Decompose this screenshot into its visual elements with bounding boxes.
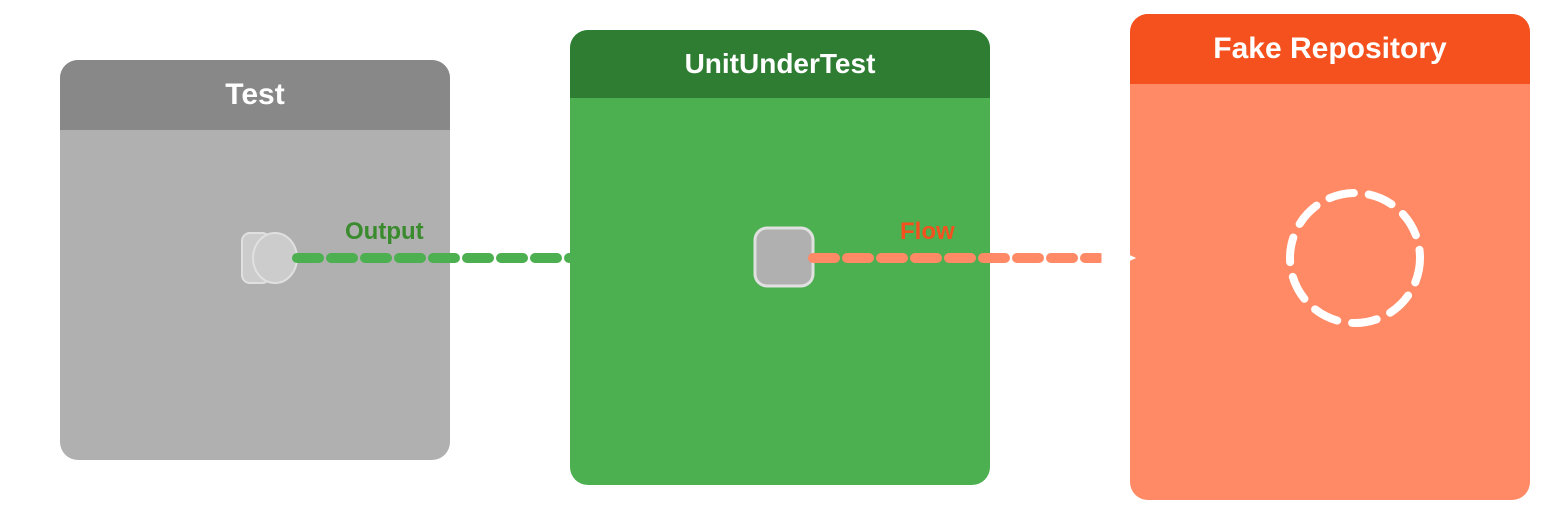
test-box-header: Test <box>60 60 450 130</box>
test-box: Test <box>60 60 450 460</box>
unit-box-body <box>570 98 990 485</box>
unit-box: UnitUnderTest <box>570 30 990 485</box>
fake-box-body <box>1130 84 1530 500</box>
diagram: Test UnitUnderTest Fake Repository Outpu… <box>0 0 1562 513</box>
fake-box-header: Fake Repository <box>1130 14 1530 84</box>
output-label: Output <box>345 218 424 246</box>
flow-label: Flow <box>900 218 955 246</box>
unit-box-header: UnitUnderTest <box>570 30 990 98</box>
test-box-body <box>60 130 450 460</box>
fake-box: Fake Repository <box>1130 14 1530 500</box>
